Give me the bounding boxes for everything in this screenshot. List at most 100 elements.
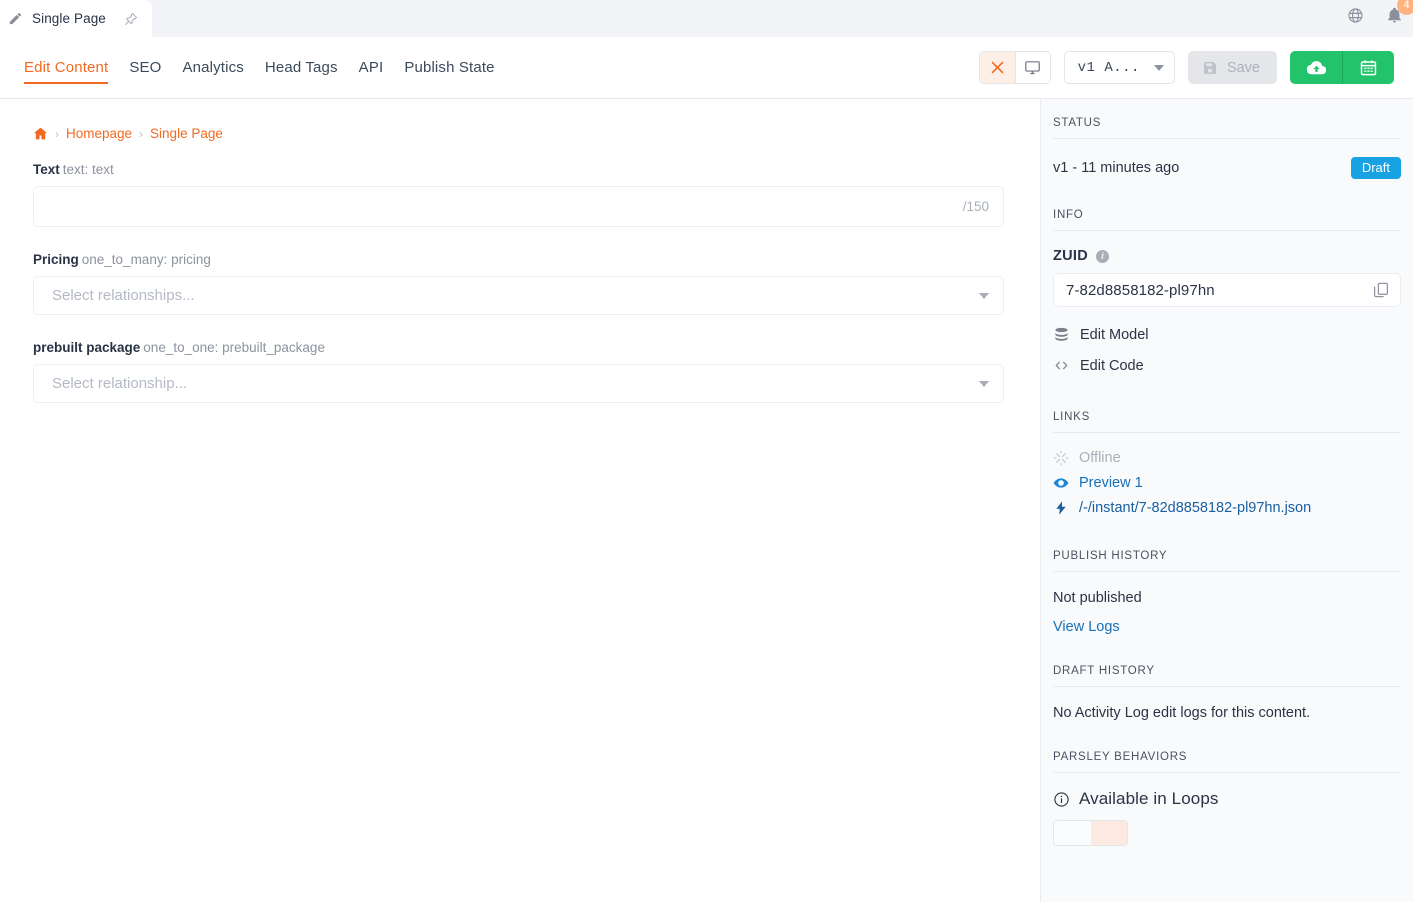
nav-tab-list: Edit Content SEO Analytics Head Tags API… [24, 37, 495, 99]
publish-action-group [1290, 51, 1394, 84]
field-prebuilt-package-meta: one_to_one: prebuilt_package [143, 340, 325, 355]
breadcrumb-item-homepage[interactable]: Homepage [66, 126, 132, 141]
cloud-upload-icon [1306, 61, 1326, 75]
breadcrumb-separator: › [139, 126, 144, 141]
publish-history-heading: PUBLISH HISTORY [1053, 550, 1401, 572]
breadcrumb-separator: › [55, 126, 59, 141]
loops-toggle[interactable] [1053, 820, 1128, 846]
calendar-icon [1360, 60, 1377, 76]
view-logs-link[interactable]: View Logs [1053, 606, 1401, 635]
pricing-relationship-select[interactable]: Select relationships... [33, 276, 1004, 315]
info-section-heading: INFO [1053, 209, 1401, 231]
edit-model-link[interactable]: Edit Model [1053, 319, 1401, 350]
desktop-monitor-icon [1025, 61, 1040, 75]
chevron-down-icon [979, 380, 989, 387]
field-pricing: Pricing one_to_many: pricing Select relat… [33, 252, 1014, 315]
instant-json-link[interactable]: /-/instant/7-82d8858182-pl97hn.json [1053, 495, 1401, 520]
field-prebuilt-package-name: prebuilt package [33, 340, 141, 355]
pricing-select-placeholder: Select relationships... [52, 287, 195, 304]
tab-strip: Single Page 4 [0, 0, 1413, 37]
save-label: Save [1226, 59, 1260, 76]
version-select-label: v1 A... [1077, 59, 1140, 76]
broken-link-icon [1053, 450, 1069, 465]
draft-history-heading: DRAFT HISTORY [1053, 665, 1401, 687]
edit-model-label: Edit Model [1080, 326, 1149, 343]
loops-toggle-on[interactable] [1090, 821, 1127, 845]
parsley-behaviors-heading: PARSLEY BEHAVIORS [1053, 751, 1401, 773]
field-pricing-meta: one_to_many: pricing [81, 252, 211, 267]
tab-label: Single Page [32, 11, 106, 26]
code-brackets-icon [1055, 361, 1068, 370]
text-input[interactable]: /150 [33, 186, 1004, 227]
close-preview-button[interactable] [979, 52, 1015, 83]
chevron-down-icon [1153, 64, 1164, 71]
info-circle-icon[interactable] [1053, 791, 1070, 808]
floppy-disk-icon [1203, 61, 1216, 74]
tab-edit-content[interactable]: Edit Content [24, 37, 109, 99]
field-text-name: Text [33, 162, 60, 177]
instant-json-label: /-/instant/7-82d8858182-pl97hn.json [1079, 499, 1312, 516]
loops-toggle-off[interactable] [1054, 821, 1091, 845]
field-prebuilt-package-label: prebuilt package one_to_one: prebuilt_pac… [33, 340, 1014, 355]
save-button[interactable]: Save [1187, 51, 1277, 84]
zuid-field[interactable]: 7-82d8858182-pl97hn [1053, 273, 1401, 307]
available-in-loops-label: Available in Loops [1079, 789, 1219, 808]
field-pricing-label: Pricing one_to_many: pricing [33, 252, 1014, 267]
field-text: Text text: text /150 [33, 162, 1014, 227]
status-section-heading: STATUS [1053, 117, 1401, 139]
tab-seo[interactable]: SEO [129, 37, 161, 99]
prebuilt-package-select-placeholder: Select relationship... [52, 375, 188, 392]
version-select[interactable]: v1 A... [1063, 51, 1175, 84]
tab-head-tags[interactable]: Head Tags [265, 37, 338, 99]
zuid-label-row: ZUID i [1053, 231, 1401, 264]
char-counter: /150 [962, 199, 989, 214]
field-text-meta: text: text [62, 162, 114, 177]
zuid-value: 7-82d8858182-pl97hn [1066, 281, 1215, 299]
desktop-preview-button[interactable] [1014, 52, 1050, 83]
info-icon[interactable]: i [1096, 249, 1110, 263]
close-x-icon [991, 61, 1003, 74]
field-pricing-name: Pricing [33, 252, 79, 267]
globe-icon[interactable] [1347, 7, 1364, 24]
notification-badge: 4 [1397, 0, 1413, 15]
offline-link: Offline [1053, 445, 1401, 470]
browser-tab-single-page[interactable]: Single Page [0, 0, 152, 37]
zuid-label: ZUID [1053, 248, 1089, 264]
prebuilt-package-relationship-select[interactable]: Select relationship... [33, 364, 1004, 403]
lightning-bolt-icon [1056, 500, 1066, 515]
app-root: Single Page 4 Edit Content SEO Analytics… [0, 0, 1413, 902]
field-text-label: Text text: text [33, 162, 1014, 177]
edit-code-link[interactable]: Edit Code [1053, 350, 1401, 381]
available-in-loops-row: Available in Loops [1053, 773, 1401, 809]
publish-button[interactable] [1290, 51, 1342, 84]
meta-sidebar: STATUS v1 - 11 minutes ago Draft INFO ZU… [1040, 99, 1413, 902]
links-list: Offline Preview 1 /-/instant/7-82d885818… [1053, 433, 1401, 520]
publish-status-text: Not published [1053, 590, 1142, 606]
field-prebuilt-package: prebuilt package one_to_one: prebuilt_pac… [33, 340, 1014, 403]
chevron-down-icon [979, 292, 989, 299]
tab-analytics[interactable]: Analytics [183, 37, 244, 99]
preview-toggle-group [978, 51, 1051, 84]
bell-icon[interactable]: 4 [1386, 0, 1413, 24]
database-icon [1055, 327, 1068, 341]
preview-label: Preview 1 [1079, 474, 1143, 491]
eye-icon [1053, 477, 1069, 488]
links-section-heading: LINKS [1053, 411, 1401, 433]
preview-link[interactable]: Preview 1 [1053, 470, 1401, 495]
pin-icon[interactable] [124, 12, 138, 26]
toolbar-actions: v1 A... Save [978, 51, 1394, 84]
main-toolbar: Edit Content SEO Analytics Head Tags API… [0, 37, 1413, 99]
tab-api[interactable]: API [359, 37, 384, 99]
schedule-button[interactable] [1342, 51, 1394, 84]
status-row: v1 - 11 minutes ago Draft [1053, 139, 1401, 179]
edit-code-label: Edit Code [1080, 357, 1144, 374]
breadcrumb-item-single-page[interactable]: Single Page [150, 126, 223, 141]
content-editor-panel: › Homepage › Single Page Text text: text … [0, 99, 1040, 902]
breadcrumb: › Homepage › Single Page [33, 126, 1014, 141]
copy-icon[interactable] [1372, 281, 1390, 299]
tab-publish-state[interactable]: Publish State [404, 37, 494, 99]
home-icon[interactable] [33, 126, 48, 141]
page-body: › Homepage › Single Page Text text: text … [0, 99, 1413, 902]
draft-history-message: No Activity Log edit logs for this conte… [1053, 705, 1311, 721]
offline-label: Offline [1079, 449, 1121, 466]
